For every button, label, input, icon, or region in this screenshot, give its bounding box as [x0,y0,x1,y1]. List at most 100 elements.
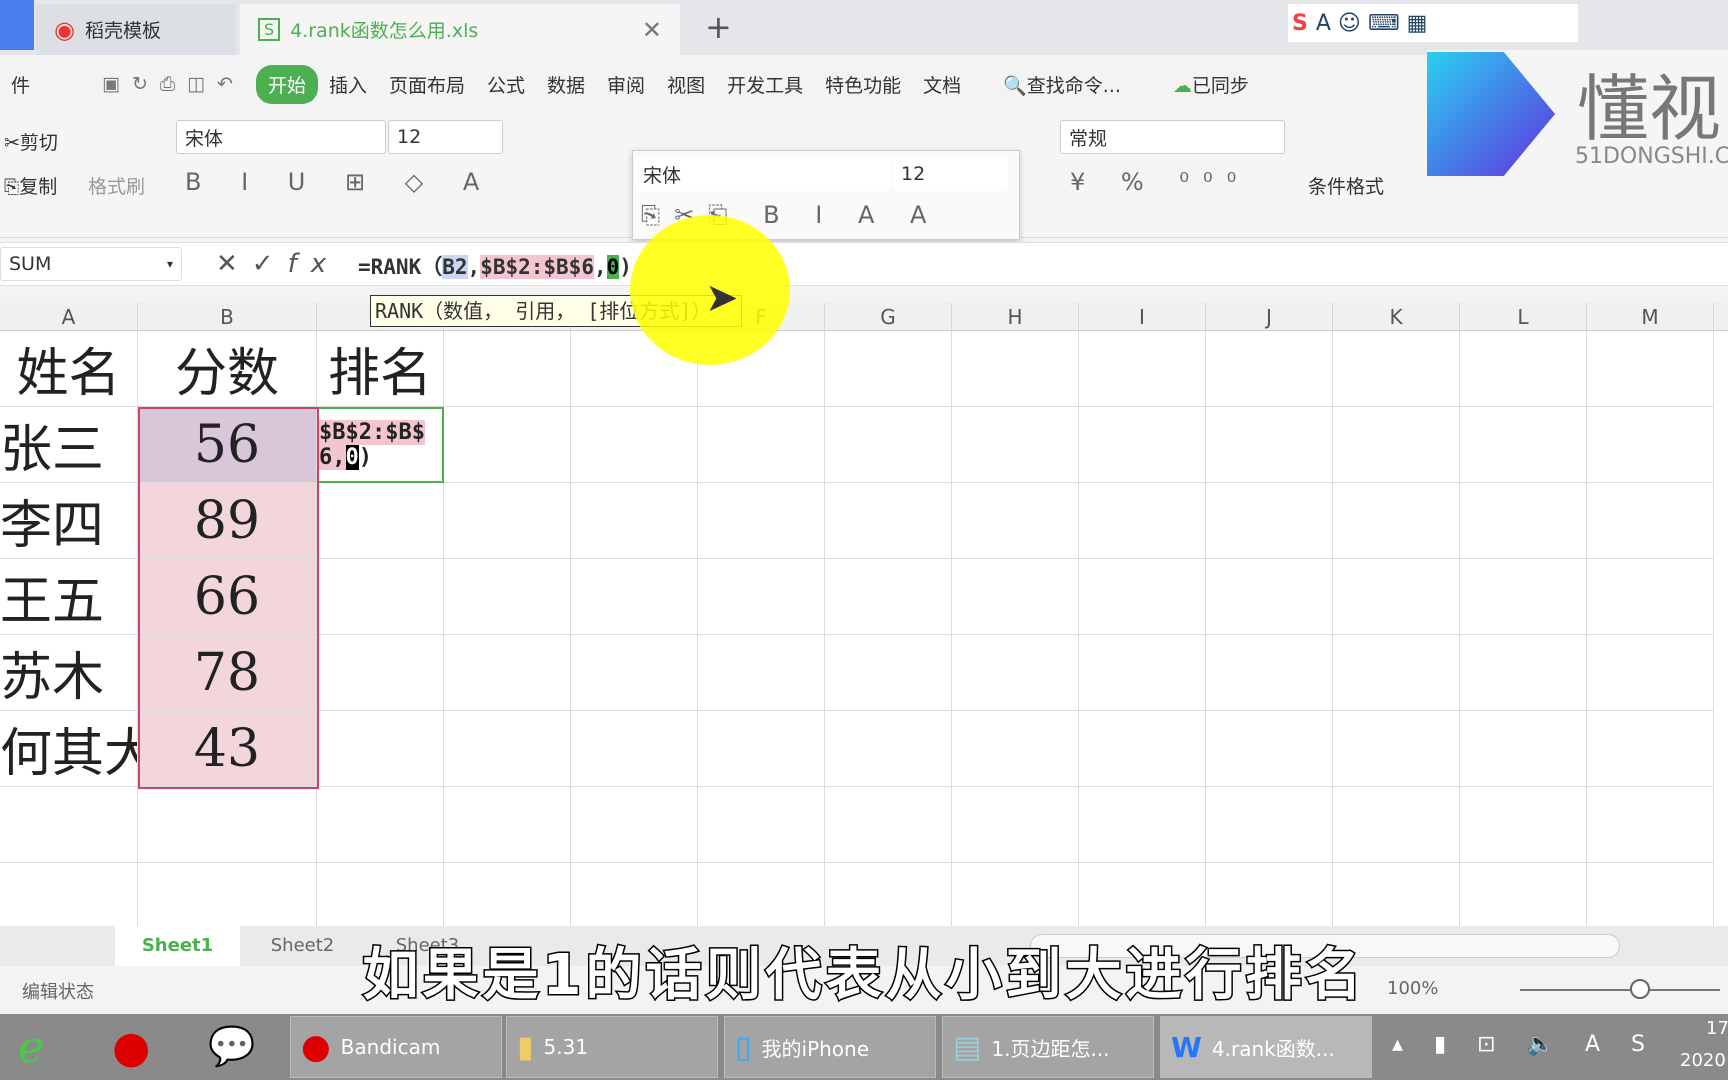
cell[interactable] [825,711,952,787]
cell[interactable] [1079,559,1206,635]
header-cell[interactable]: 分数 [138,331,317,407]
cell[interactable] [825,787,952,863]
cell[interactable] [1460,483,1587,559]
column-header-K[interactable]: K [1333,303,1460,331]
font-size-select[interactable]: 12 [388,120,503,154]
cell[interactable] [1460,711,1587,787]
cell[interactable] [825,635,952,711]
cell[interactable] [1206,407,1333,483]
menu-data[interactable]: 数据 [536,71,596,98]
cell[interactable] [1079,407,1206,483]
cell[interactable] [1079,483,1206,559]
ie-icon[interactable]: ℯ [18,1022,44,1073]
menu-formulas[interactable]: 公式 [476,71,536,98]
cell[interactable] [1587,635,1714,711]
cell[interactable] [444,331,571,407]
formula-actions[interactable]: ✕✓fx [216,249,340,279]
cut-button[interactable]: ✂剪切 [4,128,58,155]
score-cell[interactable]: 89 [138,483,317,559]
wechat-icon[interactable]: 💬 [208,1024,255,1069]
cell[interactable] [1333,787,1460,863]
app-menu-button[interactable] [0,0,34,50]
mini-font-select[interactable]: 宋体 [635,157,890,191]
cell[interactable] [1206,787,1333,863]
format-icons[interactable]: B I U ⊞ ◇ A [185,168,495,196]
cell[interactable] [1587,787,1714,863]
cell[interactable] [1587,711,1714,787]
taskbar-wps[interactable]: W 4.rank函数... [1160,1016,1372,1078]
cell[interactable] [952,407,1079,483]
cell[interactable] [1333,331,1460,407]
format-painter-button[interactable]: 格式刷 [88,172,145,199]
cell[interactable] [317,635,444,711]
column-header-M[interactable]: M [1587,303,1714,331]
taskbar-notepad[interactable]: ▤ 1.页边距怎... [942,1016,1154,1078]
taskbar-bandicam[interactable]: ● Bandicam [290,1016,502,1078]
header-cell[interactable]: 姓名 [0,331,138,407]
menu-file[interactable]: 件 [0,71,41,98]
cell[interactable] [1079,635,1206,711]
menu-docs[interactable]: 文档 [912,71,972,98]
cell[interactable] [1587,483,1714,559]
menu-home[interactable]: 开始 [255,64,318,104]
cell[interactable] [1333,711,1460,787]
cell[interactable] [1587,331,1714,407]
cell[interactable] [444,787,571,863]
column-header-A[interactable]: A [0,303,138,331]
quick-access-icons[interactable]: ▣↻⎙◫↶ [91,73,256,95]
formula-input[interactable]: =RANK（B2,$B$2:$B$6,0) [358,251,632,281]
cell[interactable] [1206,711,1333,787]
cell[interactable] [1206,483,1333,559]
editing-cell[interactable]: $B$2:$B$ 6,0) [317,407,444,483]
name-cell[interactable]: 王五 [0,559,138,635]
tab-document[interactable]: S 4.rank函数怎么用.xls ✕ [240,4,680,55]
header-cell[interactable]: 排名 [317,331,444,407]
name-box[interactable]: SUM ▾ [0,247,182,281]
cell[interactable] [825,483,952,559]
cell[interactable] [1333,559,1460,635]
cell[interactable] [698,559,825,635]
cell[interactable] [698,407,825,483]
cell[interactable] [1333,483,1460,559]
cell[interactable] [698,787,825,863]
cell[interactable] [317,559,444,635]
cell[interactable] [698,483,825,559]
menu-special[interactable]: 特色功能 [814,71,912,98]
column-header-I[interactable]: I [1079,303,1206,331]
number-format-icons[interactable]: ¥ % ⁰⁰⁰ [1070,168,1250,196]
cell[interactable] [1587,407,1714,483]
cell[interactable] [571,711,698,787]
cell[interactable] [0,787,138,863]
cell[interactable] [571,483,698,559]
conditional-format-button[interactable]: 条件格式 [1308,172,1384,199]
cell[interactable] [952,559,1079,635]
cell[interactable] [317,711,444,787]
cell[interactable] [571,407,698,483]
cell[interactable] [952,483,1079,559]
cell[interactable] [1333,407,1460,483]
column-header-G[interactable]: G [825,303,952,331]
number-format-select[interactable]: 常规 [1060,120,1285,154]
column-header-J[interactable]: J [1206,303,1333,331]
cell[interactable] [952,711,1079,787]
search-command[interactable]: 🔍查找命令... [992,71,1132,98]
cell[interactable] [698,711,825,787]
score-cell[interactable]: 66 [138,559,317,635]
cell[interactable] [317,483,444,559]
cell[interactable] [1206,635,1333,711]
cell[interactable] [952,635,1079,711]
cell[interactable] [1460,331,1587,407]
cell[interactable] [444,559,571,635]
score-cell[interactable]: 56 [138,407,317,483]
column-header-L[interactable]: L [1460,303,1587,331]
close-icon[interactable]: ✕ [642,16,662,44]
cell[interactable] [571,787,698,863]
score-cell[interactable]: 78 [138,635,317,711]
record-icon[interactable]: ● [112,1022,150,1073]
cell[interactable] [317,787,444,863]
cell[interactable] [1460,559,1587,635]
menu-view[interactable]: 视图 [656,71,716,98]
cell[interactable] [1587,559,1714,635]
cell[interactable] [444,635,571,711]
mini-size-select[interactable]: 12 [893,157,1008,191]
